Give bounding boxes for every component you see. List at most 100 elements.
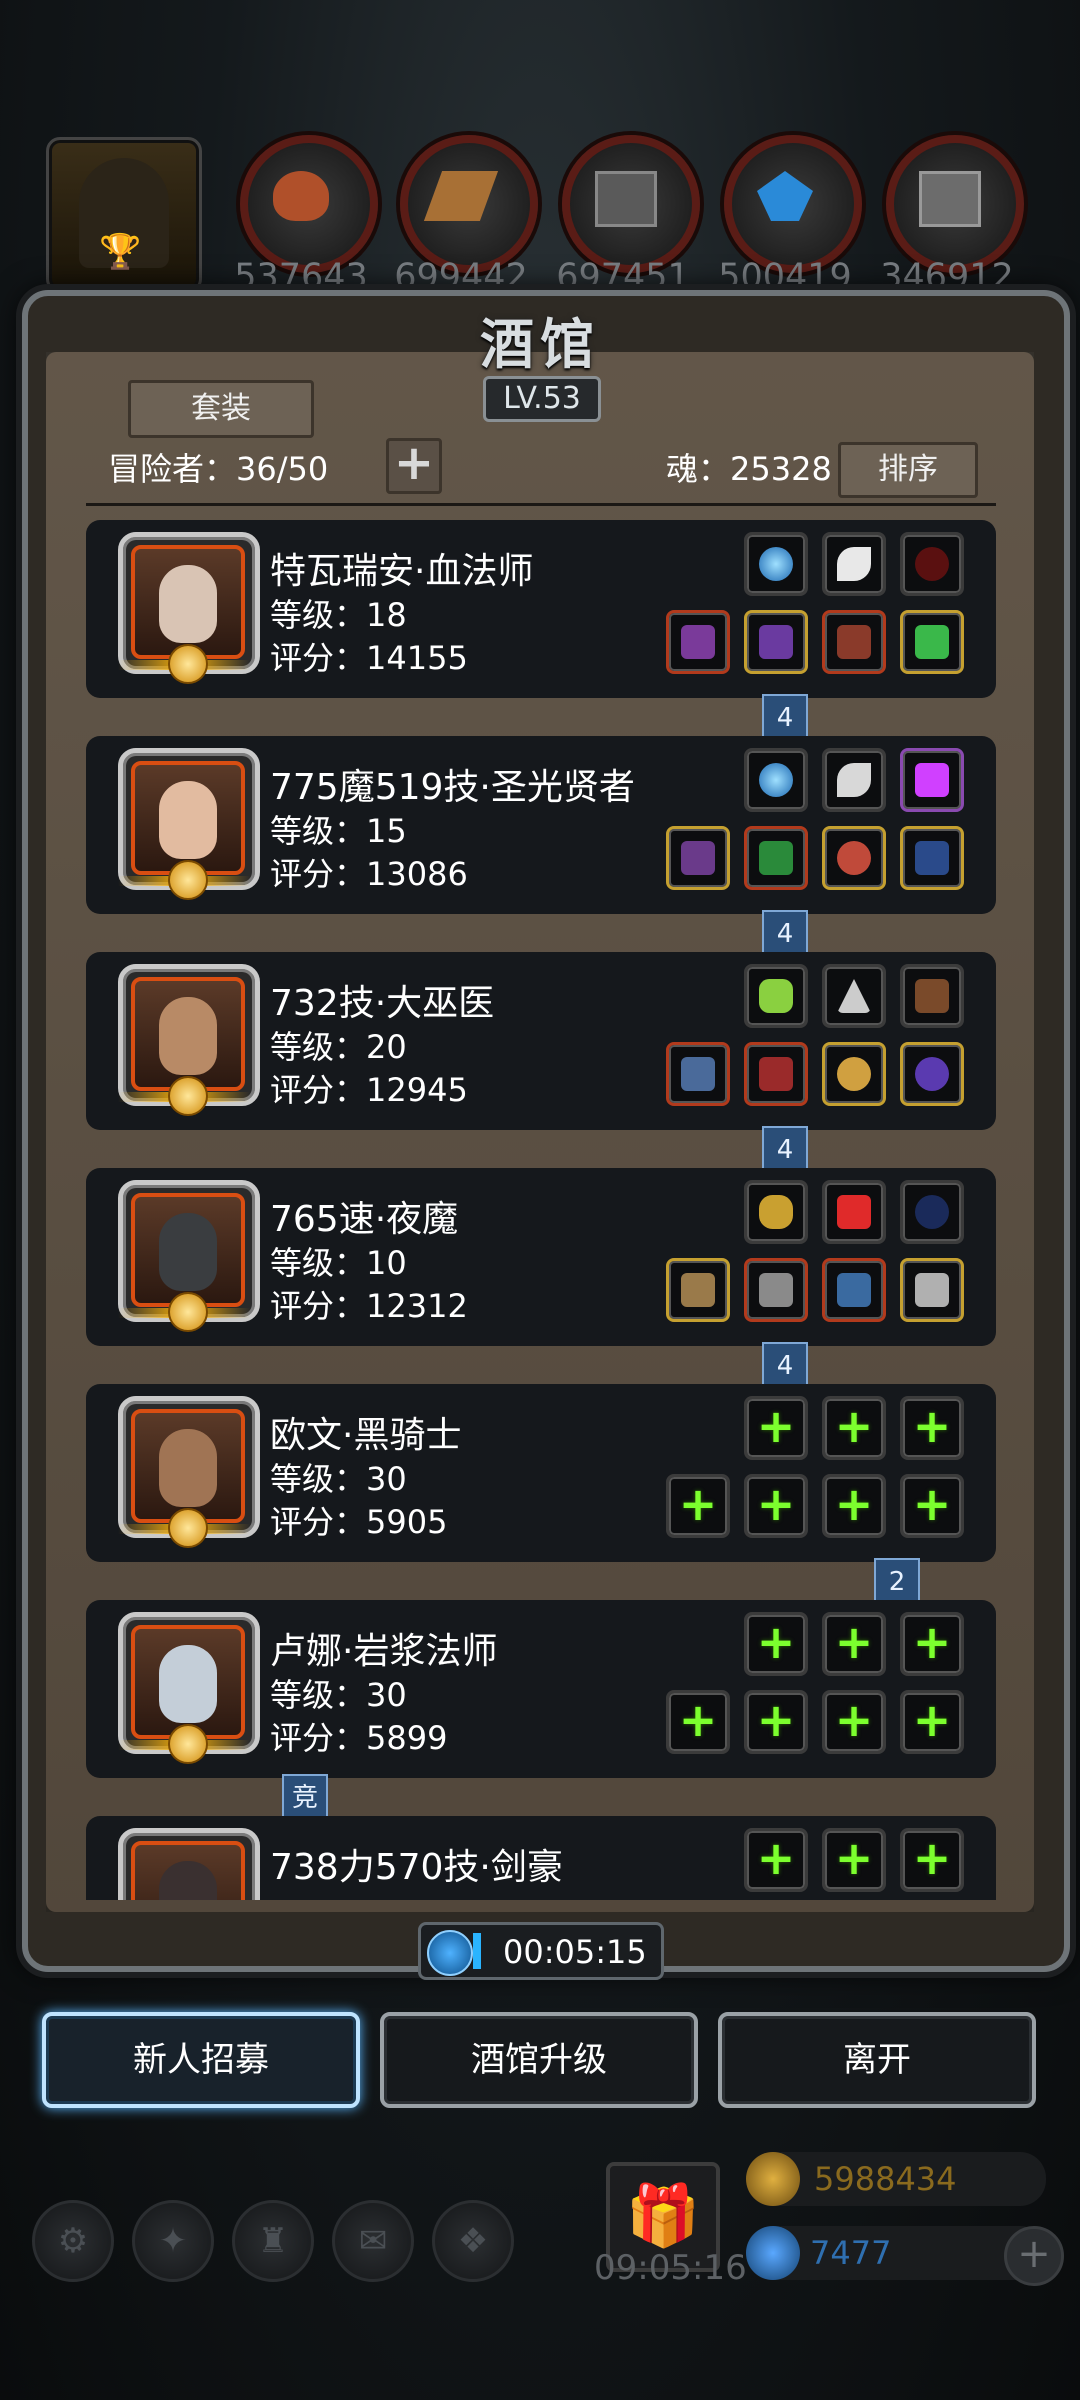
equip-slot-book[interactable] [822, 610, 886, 674]
crystal-icon[interactable] [724, 135, 862, 273]
rank-emblem-icon [168, 1076, 208, 1116]
hero-level: 等级：18 [270, 596, 407, 634]
soul-count: 魂：25328 [666, 450, 832, 488]
equip-slot-feather[interactable] [822, 532, 886, 596]
equip-slot-armor[interactable] [744, 610, 808, 674]
plus-icon: + [678, 1693, 718, 1747]
clock-icon [427, 1930, 473, 1976]
hero-level: 等级：30 [270, 1676, 407, 1714]
hero-card[interactable]: 卢娜·岩浆法师 等级：30 评分：5899 + + + + + + + [86, 1600, 996, 1778]
add-equip-slot[interactable]: + [666, 1474, 730, 1538]
equip-slot-orb[interactable] [744, 532, 808, 596]
hero-list[interactable]: 特瓦瑞安·血法师 等级：18 评分：14155 4 775魔519技·圣光贤者 … [86, 520, 996, 1900]
equip-slot-whip[interactable] [900, 532, 964, 596]
equip-slot-mask[interactable] [744, 1180, 808, 1244]
upgrade-tavern-button[interactable]: 酒馆升级 [380, 2012, 698, 2108]
rank-emblem-icon [168, 1508, 208, 1548]
plus-icon: + [912, 1693, 952, 1747]
wood-icon[interactable] [400, 135, 538, 273]
steel-icon[interactable] [886, 135, 1024, 273]
cube-icon[interactable]: ❖ [432, 2200, 514, 2282]
equip-slot-gem[interactable] [900, 610, 964, 674]
hero-card[interactable]: 特瓦瑞安·血法师 等级：18 评分：14155 [86, 520, 996, 698]
equip-slot-ruby[interactable] [822, 1180, 886, 1244]
gem-icon [746, 2226, 800, 2280]
sort-button[interactable]: 排序 [838, 442, 978, 498]
hero-card[interactable]: 738力570技·剑豪 + + + [86, 1816, 996, 1900]
hero-name: 738力570技·剑豪 [270, 1847, 563, 1888]
plus-icon: + [834, 1477, 874, 1531]
add-equip-slot[interactable]: + [822, 1612, 886, 1676]
equip-slot-amulet[interactable] [822, 1042, 886, 1106]
equip-slot-feather[interactable] [822, 748, 886, 812]
add-equip-slot[interactable]: + [744, 1690, 808, 1754]
suit-button[interactable]: 套装 [128, 380, 314, 438]
add-equip-slot[interactable]: + [744, 1612, 808, 1676]
plus-icon: + [678, 1477, 718, 1531]
gem-amount: 7477 [810, 2234, 892, 2272]
plus-icon: + [834, 1693, 874, 1747]
add-equip-slot[interactable]: + [822, 1690, 886, 1754]
player-portrait[interactable]: 🏆 [46, 137, 202, 293]
add-slot-button[interactable]: + [386, 438, 442, 494]
plus-icon: + [912, 1831, 952, 1885]
hero-card[interactable]: 732技·大巫医 等级：20 评分：12945 [86, 952, 996, 1130]
plus-icon: + [912, 1615, 952, 1669]
recruit-button[interactable]: 新人招募 [42, 2012, 360, 2108]
tavern-title-plate: 酒馆 [430, 300, 650, 380]
hero-score: 评分：14155 [270, 639, 468, 677]
add-equip-slot[interactable]: + [900, 1474, 964, 1538]
add-equip-slot[interactable]: + [744, 1396, 808, 1460]
adventurer-count: 冒险者：36/50 [108, 450, 329, 488]
rank-emblem-icon [168, 1292, 208, 1332]
hero-score: 评分：5899 [270, 1719, 448, 1757]
ore-icon[interactable] [240, 135, 378, 273]
equip-slot-bracer[interactable] [900, 1258, 964, 1322]
hero-card[interactable]: 欧文·黑骑士 等级：30 评分：5905 + + + + + + + [86, 1384, 996, 1562]
add-equip-slot[interactable]: + [822, 1474, 886, 1538]
equip-slot-crystal[interactable] [900, 748, 964, 812]
iron-ingot-icon[interactable] [562, 135, 700, 273]
refresh-timer: 00:05:15 [418, 1922, 664, 1980]
equip-slot-dagger[interactable] [900, 826, 964, 890]
hero-level: 等级：30 [270, 1460, 407, 1498]
hero-name: 765速·夜魔 [270, 1199, 459, 1240]
equip-slot-orb[interactable] [744, 748, 808, 812]
star-icon[interactable]: ✦ [132, 2200, 214, 2282]
add-equip-slot[interactable]: + [822, 1828, 886, 1892]
add-equip-slot[interactable]: + [744, 1828, 808, 1892]
equip-slot-heart[interactable] [822, 1258, 886, 1322]
equip-slot-staff[interactable] [666, 1042, 730, 1106]
hero-card[interactable]: 765速·夜魔 等级：10 评分：12312 [86, 1168, 996, 1346]
equip-slot-crossbow[interactable] [900, 964, 964, 1028]
hero-card[interactable]: 775魔519技·圣光贤者 等级：15 评分：13086 [86, 736, 996, 914]
equip-slot-blade[interactable] [900, 1180, 964, 1244]
add-equip-slot[interactable]: + [900, 1396, 964, 1460]
hero-level: 等级：10 [270, 1244, 407, 1282]
equip-slot-emblem[interactable] [822, 964, 886, 1028]
settings-gear-icon[interactable]: ⚙ [32, 2200, 114, 2282]
equip-slot-staff[interactable] [666, 826, 730, 890]
equip-slot-armor[interactable] [744, 826, 808, 890]
castle-icon[interactable]: ♜ [232, 2200, 314, 2282]
add-equip-slot[interactable]: + [666, 1690, 730, 1754]
equip-slot-spear[interactable] [666, 1258, 730, 1322]
add-currency-button[interactable]: + [1004, 2226, 1064, 2286]
add-equip-slot[interactable]: + [900, 1612, 964, 1676]
add-equip-slot[interactable]: + [822, 1396, 886, 1460]
rank-emblem-icon [168, 860, 208, 900]
equip-slot-armor[interactable] [744, 1042, 808, 1106]
add-equip-slot[interactable]: + [900, 1828, 964, 1892]
equip-slot-totem[interactable] [744, 964, 808, 1028]
plus-icon: + [834, 1399, 874, 1453]
leave-button[interactable]: 离开 [718, 2012, 1036, 2108]
plus-icon: + [912, 1477, 952, 1531]
equip-slot-ring[interactable] [900, 1042, 964, 1106]
hero-score: 评分：12312 [270, 1287, 468, 1325]
equip-slot-staff[interactable] [666, 610, 730, 674]
mail-icon[interactable]: ✉ [332, 2200, 414, 2282]
add-equip-slot[interactable]: + [900, 1690, 964, 1754]
add-equip-slot[interactable]: + [744, 1474, 808, 1538]
equip-slot-armor[interactable] [744, 1258, 808, 1322]
equip-slot-necklace[interactable] [822, 826, 886, 890]
